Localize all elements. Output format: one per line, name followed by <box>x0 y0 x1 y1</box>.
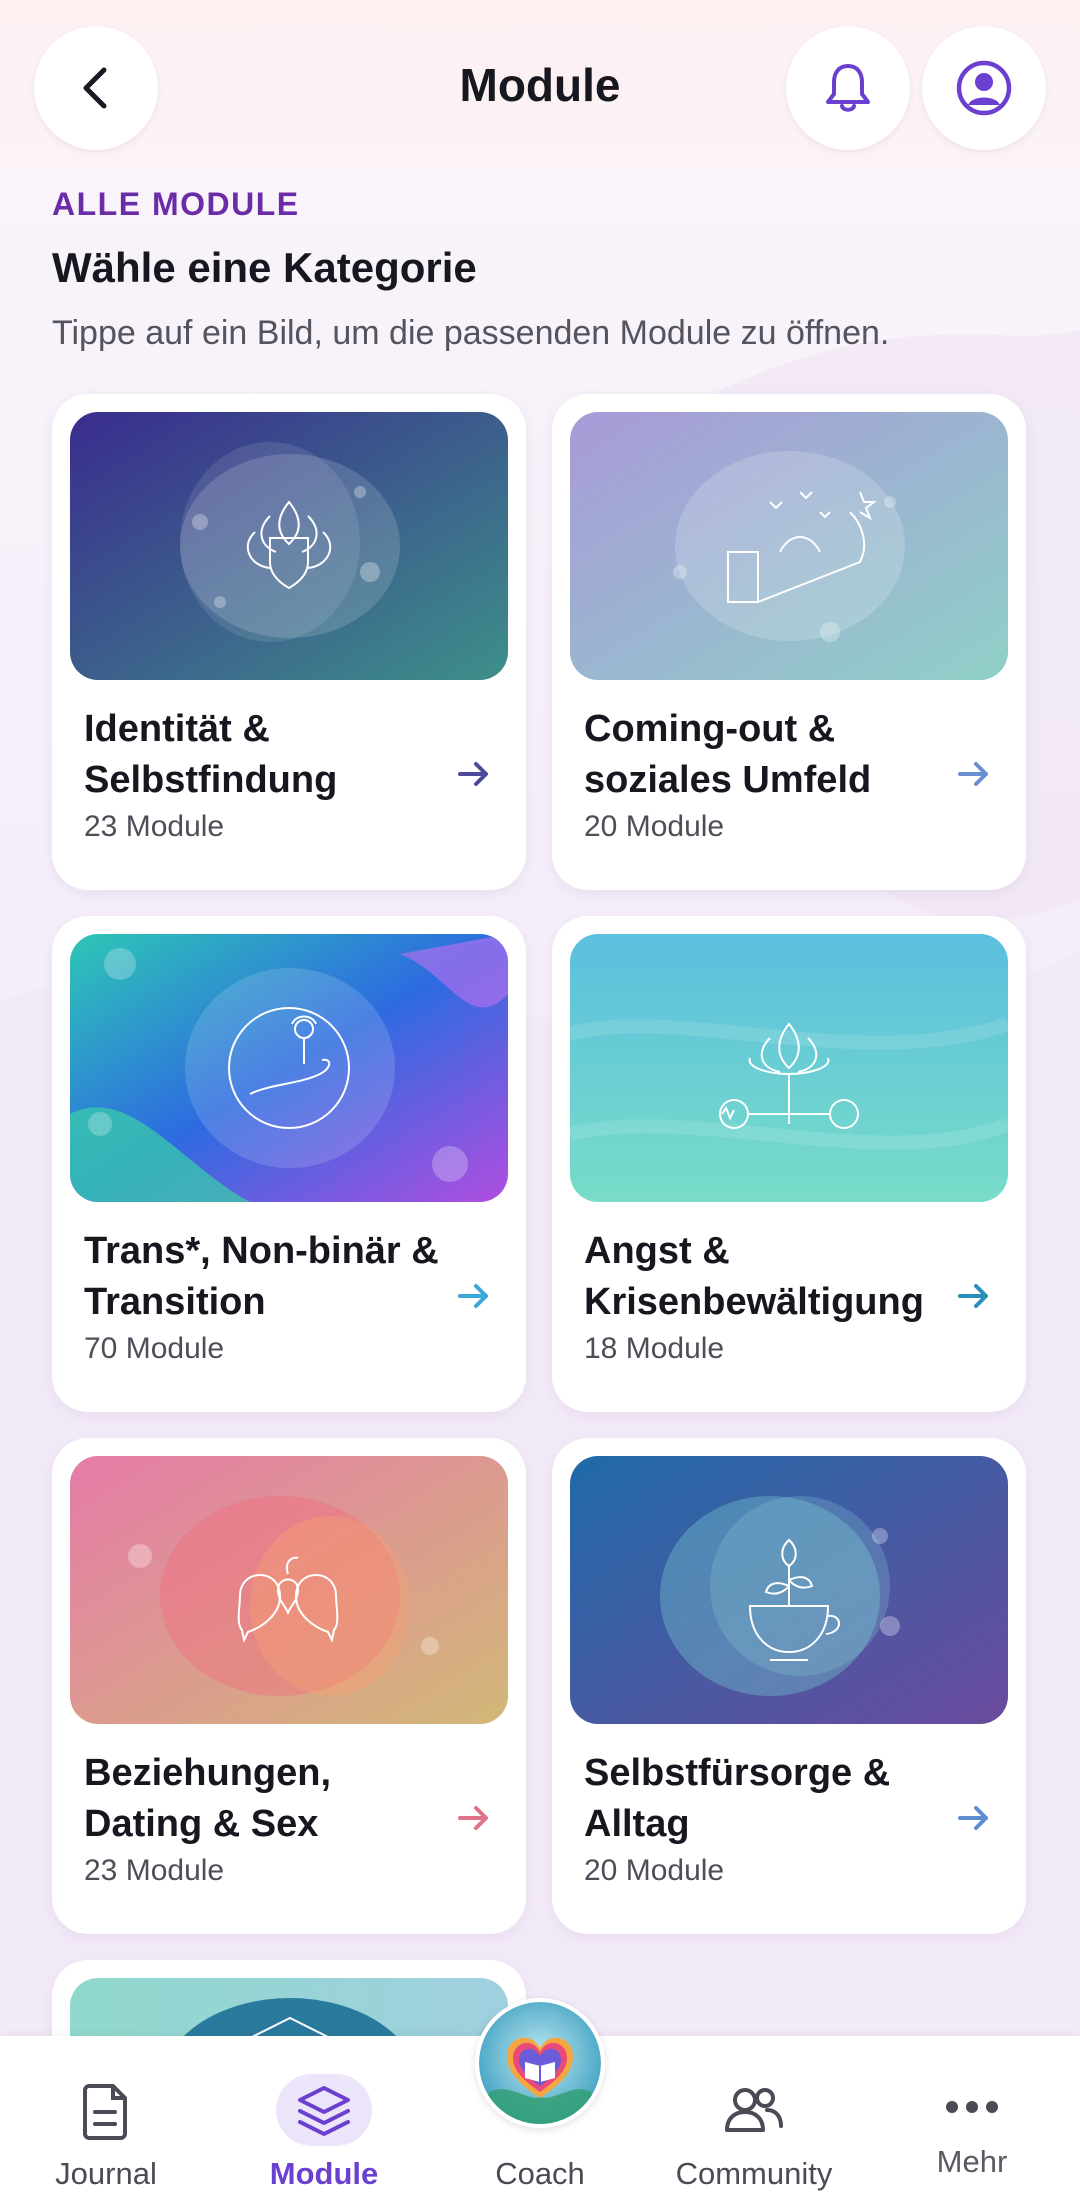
notifications-button[interactable] <box>786 26 910 150</box>
nav-module[interactable]: Module <box>238 2036 410 2210</box>
nav-label: Coach <box>495 2156 585 2191</box>
section-title: Wähle eine Kategorie <box>52 244 477 291</box>
section-subtitle: Tippe auf ein Bild, um die passenden Mod… <box>52 314 890 352</box>
nav-label: Journal <box>55 2156 157 2191</box>
category-image <box>570 934 1008 1202</box>
coach-avatar[interactable] <box>475 1998 605 2128</box>
category-title: Beziehungen, Dating & Sex <box>84 1752 332 1845</box>
layers-icon <box>298 2086 350 2136</box>
document-icon <box>83 2084 127 2140</box>
rainbow-heart-book-icon <box>479 2002 601 2124</box>
category-image <box>570 412 1008 680</box>
user-circle-icon <box>956 60 1012 116</box>
category-image <box>70 412 508 680</box>
nav-label: Mehr <box>936 2144 1008 2179</box>
category-count: 70 Module <box>84 1332 225 1365</box>
category-image <box>70 934 508 1202</box>
nav-label: Module <box>269 2156 379 2191</box>
arrow-right-icon <box>958 1284 988 1308</box>
category-title: Trans*, Non-binär & Transition <box>84 1230 439 1323</box>
arrow-right-icon <box>458 762 488 786</box>
category-card-selbstfuersorge[interactable]: Selbstfürsorge & Alltag 20 Module <box>552 1438 1026 1934</box>
arrow-right-icon <box>458 1806 488 1830</box>
category-count: 20 Module <box>584 1854 725 1887</box>
profile-button[interactable] <box>922 26 1046 150</box>
category-title: Angst & Krisenbewältigung <box>584 1230 924 1323</box>
arrow-right-icon <box>958 1806 988 1830</box>
category-card-beziehungen[interactable]: Beziehungen, Dating & Sex 23 Module <box>52 1438 526 1934</box>
category-title: Identität & Selbstfindung <box>84 708 338 801</box>
category-title: Selbstfürsorge & Alltag <box>584 1752 891 1845</box>
category-card-trans[interactable]: Trans*, Non-binär & Transition 70 Module <box>52 916 526 1412</box>
arrow-right-icon <box>958 762 988 786</box>
nav-label: Community <box>675 2156 833 2191</box>
category-card-identitaet[interactable]: Identität & Selbstfindung 23 Module <box>52 394 526 890</box>
nav-community[interactable]: Community <box>666 2036 842 2210</box>
category-count: 20 Module <box>584 810 725 843</box>
bell-icon <box>826 64 870 112</box>
section-eyebrow: ALLE MODULE <box>52 186 300 222</box>
app-header: Module <box>0 0 1080 170</box>
category-count: 23 Module <box>84 810 225 843</box>
category-card-angst[interactable]: Angst & Krisenbewältigung 18 Module <box>552 916 1026 1412</box>
nav-journal[interactable]: Journal <box>20 2036 192 2210</box>
more-dots-icon <box>946 2101 998 2113</box>
users-icon <box>725 2088 783 2132</box>
category-title: Coming-out & soziales Umfeld <box>584 708 872 801</box>
page-title: Module <box>459 59 621 111</box>
category-count: 18 Module <box>584 1332 725 1365</box>
arrow-right-icon <box>458 1284 488 1308</box>
category-card-coming-out[interactable]: Coming-out & soziales Umfeld 20 Module <box>552 394 1026 890</box>
nav-mehr[interactable]: Mehr <box>886 2036 1058 2210</box>
category-count: 23 Module <box>84 1854 225 1887</box>
category-image <box>70 1456 508 1724</box>
category-image <box>570 1456 1008 1724</box>
